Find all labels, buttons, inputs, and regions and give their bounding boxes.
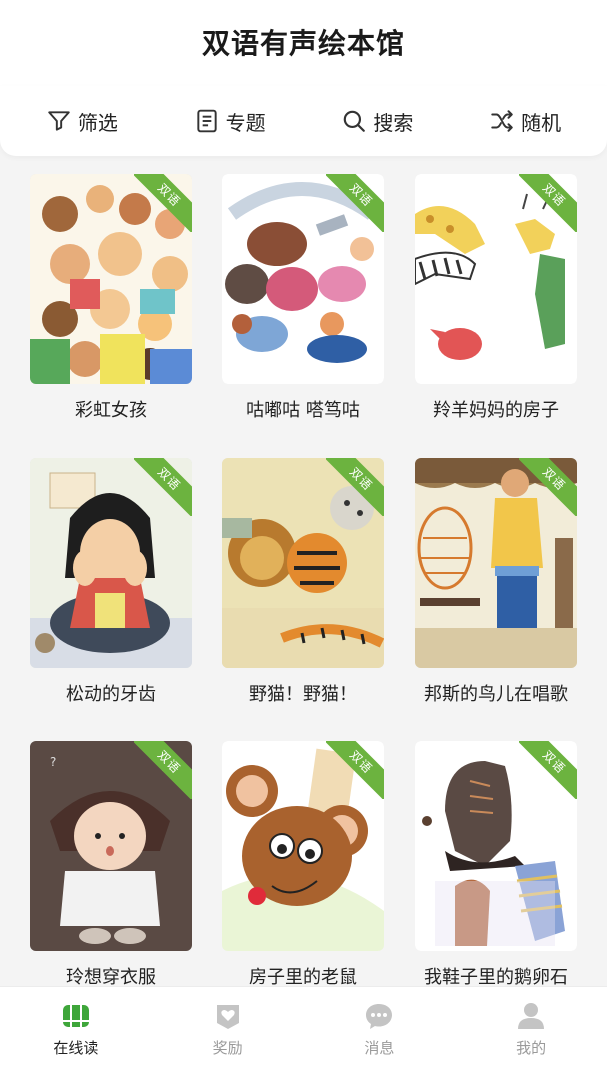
tab-profile[interactable]: 我的 — [481, 1001, 581, 1058]
tab-messages[interactable]: 消息 — [329, 1001, 429, 1058]
book-title: 邦斯的鸟儿在唱歌 — [424, 684, 568, 705]
bilingual-badge: 双语 — [134, 741, 192, 799]
search-button[interactable]: 搜索 — [331, 101, 423, 142]
message-bubble-icon — [366, 1004, 393, 1029]
book-card[interactable]: ? ? 双语 玲想穿衣服 — [30, 741, 192, 989]
bilingual-badge-label: 双语 — [326, 741, 384, 799]
bilingual-badge-label: 双语 — [134, 458, 192, 516]
bilingual-badge: 双语 — [519, 741, 577, 799]
book-cover: 双语 — [30, 174, 192, 384]
book-card[interactable]: 双语 邦斯的鸟儿在唱歌 — [415, 458, 577, 706]
bilingual-badge-label: 双语 — [134, 174, 192, 232]
book-title: 彩虹女孩 — [75, 400, 147, 421]
reward-heart-icon — [216, 1005, 239, 1029]
book-card[interactable]: 双语 咕嘟咕 嗒笃咕 — [222, 174, 384, 422]
bilingual-badge: 双语 — [519, 458, 577, 516]
bilingual-badge-label: 双语 — [519, 174, 577, 232]
book-title: 咕嘟咕 嗒笃咕 — [246, 400, 360, 421]
book-title: 野猫！野猫！ — [249, 684, 357, 705]
book-cover: 双语 — [222, 741, 384, 951]
tab-reward[interactable]: 奖励 — [178, 1001, 278, 1058]
book-card[interactable]: 双语 羚羊妈妈的房子 — [415, 174, 577, 422]
book-title: 松动的牙齿 — [66, 684, 156, 705]
bilingual-badge-label: 双语 — [326, 458, 384, 516]
bilingual-badge-label: 双语 — [519, 458, 577, 516]
random-button[interactable]: 随机 — [479, 101, 571, 142]
search-label: 搜索 — [373, 110, 414, 135]
book-card[interactable]: 双语 野猫！野猫！ — [222, 458, 384, 706]
filter-button[interactable]: 筛选 — [36, 101, 128, 142]
tab-label: 在线读 — [53, 1039, 99, 1057]
book-cover: 双语 — [415, 174, 577, 384]
tab-label: 奖励 — [212, 1039, 243, 1057]
document-icon — [196, 109, 217, 133]
book-cover: 双语 — [222, 174, 384, 384]
app-header: 双语有声绘本馆 — [0, 0, 607, 92]
random-label: 随机 — [521, 110, 562, 135]
bilingual-badge: 双语 — [134, 174, 192, 232]
books-icon — [62, 1005, 89, 1027]
bilingual-badge: 双语 — [326, 458, 384, 516]
book-cover: 双语 — [30, 458, 192, 668]
tab-label: 我的 — [516, 1039, 547, 1057]
shuffle-icon — [491, 110, 513, 132]
bilingual-badge-label: 双语 — [134, 741, 192, 799]
user-icon — [518, 1003, 545, 1029]
book-card[interactable]: 双语 我鞋子里的鹅卵石 — [415, 741, 577, 989]
bilingual-badge-label: 双语 — [519, 741, 577, 799]
book-title: 羚羊妈妈的房子 — [433, 400, 559, 421]
funnel-icon — [48, 111, 70, 131]
bilingual-badge: 双语 — [326, 741, 384, 799]
book-card[interactable]: 双语 彩虹女孩 — [30, 174, 192, 422]
bilingual-badge: 双语 — [519, 174, 577, 232]
topic-button[interactable]: 专题 — [184, 101, 276, 142]
book-card[interactable]: 双语 房子里的老鼠 — [222, 741, 384, 989]
page-title: 双语有声绘本馆 — [201, 27, 405, 60]
search-icon — [344, 110, 366, 132]
svg-text:?: ? — [50, 755, 56, 769]
bilingual-badge-label: 双语 — [326, 174, 384, 232]
book-cover: 双语 — [222, 458, 384, 668]
bilingual-badge: 双语 — [326, 174, 384, 232]
book-cover: ? ? 双语 — [30, 741, 192, 951]
filter-label: 筛选 — [77, 110, 118, 135]
book-cover: 双语 — [415, 458, 577, 668]
tab-label: 消息 — [364, 1039, 395, 1057]
book-cover: 双语 — [415, 741, 577, 951]
filter-toolbar: 筛选 专题 搜索 随机 — [0, 86, 607, 156]
topic-label: 专题 — [225, 110, 266, 135]
book-card[interactable]: 双语 松动的牙齿 — [30, 458, 192, 706]
bilingual-badge: 双语 — [134, 458, 192, 516]
bottom-tab-bar: 在线读 奖励 消息 我的 — [0, 986, 607, 1080]
tab-online-read[interactable]: 在线读 — [26, 1001, 126, 1058]
